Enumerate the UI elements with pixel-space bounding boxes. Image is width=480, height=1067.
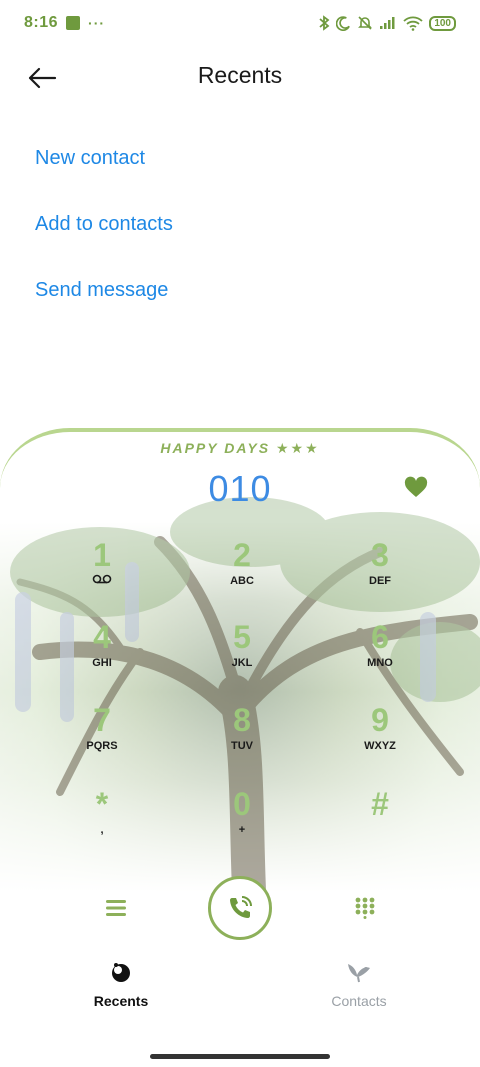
tab-recents-label: Recents xyxy=(93,993,149,1009)
mute-icon xyxy=(358,16,373,30)
contacts-tab-icon xyxy=(348,964,370,983)
moon-icon xyxy=(336,15,351,31)
home-indicator[interactable] xyxy=(150,1054,330,1059)
heart-icon[interactable] xyxy=(404,476,428,500)
key-letters: , xyxy=(100,824,104,836)
key-3[interactable]: 3 DEF xyxy=(320,536,440,606)
key-2[interactable]: 2 ABC xyxy=(182,536,302,606)
key-digit: * xyxy=(95,786,109,822)
key-digit: 4 xyxy=(93,619,111,655)
key-5[interactable]: 5 JKL xyxy=(182,618,302,688)
key-digit: 5 xyxy=(233,619,251,655)
key-letters: TUV xyxy=(231,740,253,752)
happy-days-banner: HAPPY DAYS ★★★ xyxy=(160,440,320,456)
key-letters: PQRS xyxy=(86,740,118,752)
key-letters: GHI xyxy=(92,657,112,669)
tab-recents[interactable]: Recents xyxy=(51,960,191,1009)
status-time: 8:16 xyxy=(24,14,59,31)
key-digit: 8 xyxy=(233,702,251,738)
key-hash[interactable]: # xyxy=(320,785,440,855)
notification-icon xyxy=(66,16,81,30)
dialpad-toggle-button[interactable] xyxy=(345,892,385,924)
key-digit: 9 xyxy=(371,702,389,738)
key-letters: JKL xyxy=(231,657,253,669)
menu-button[interactable] xyxy=(96,892,136,924)
status-icons: 100 xyxy=(318,15,456,31)
app-header: Recents xyxy=(0,52,480,102)
add-to-contacts-link[interactable]: Add to contacts xyxy=(35,213,173,236)
key-letters: + xyxy=(238,824,246,836)
send-message-link[interactable]: Send message xyxy=(35,279,168,302)
key-1[interactable]: 1 xyxy=(42,536,162,606)
key-digit: 3 xyxy=(371,537,389,573)
bluetooth-icon xyxy=(319,15,330,31)
key-letters: MNO xyxy=(367,657,393,669)
signal-icon xyxy=(380,17,395,29)
tab-contacts[interactable]: Contacts xyxy=(289,960,429,1009)
key-letters: DEF xyxy=(369,575,391,587)
new-contact-link[interactable]: New contact xyxy=(35,147,145,170)
page-title: Recents xyxy=(197,62,283,88)
key-star[interactable]: * , xyxy=(42,785,162,855)
recents-tab-icon xyxy=(112,963,130,982)
key-6[interactable]: 6 MNO xyxy=(320,618,440,688)
voicemail-icon xyxy=(42,574,162,588)
tab-contacts-label: Contacts xyxy=(331,993,387,1009)
wifi-icon xyxy=(403,16,423,31)
key-digit: 7 xyxy=(93,702,111,738)
key-digit: 6 xyxy=(371,619,389,655)
key-0[interactable]: 0 + xyxy=(182,785,302,855)
dialpad-icon xyxy=(355,897,375,919)
dialer-panel: HAPPY DAYS ★★★ 010 1 2 ABC 3 DEF 4 GHI 5… xyxy=(0,428,480,1067)
call-button[interactable] xyxy=(208,876,272,940)
key-letters: WXYZ xyxy=(364,740,396,752)
menu-icon xyxy=(106,900,126,916)
key-digit: 0 xyxy=(233,786,251,822)
more-notifications-icon: ··· xyxy=(88,15,106,31)
key-8[interactable]: 8 TUV xyxy=(182,701,302,771)
key-digit: 1 xyxy=(93,537,111,573)
key-7[interactable]: 7 PQRS xyxy=(42,701,162,771)
phone-icon xyxy=(230,896,252,918)
key-4[interactable]: 4 GHI xyxy=(42,618,162,688)
status-bar: 8:16 ··· 100 xyxy=(0,0,480,46)
battery-indicator: 100 xyxy=(429,15,456,31)
key-digit: 2 xyxy=(233,537,251,573)
key-digit: # xyxy=(371,786,389,822)
key-letters: ABC xyxy=(230,575,254,587)
key-9[interactable]: 9 WXYZ xyxy=(320,701,440,771)
